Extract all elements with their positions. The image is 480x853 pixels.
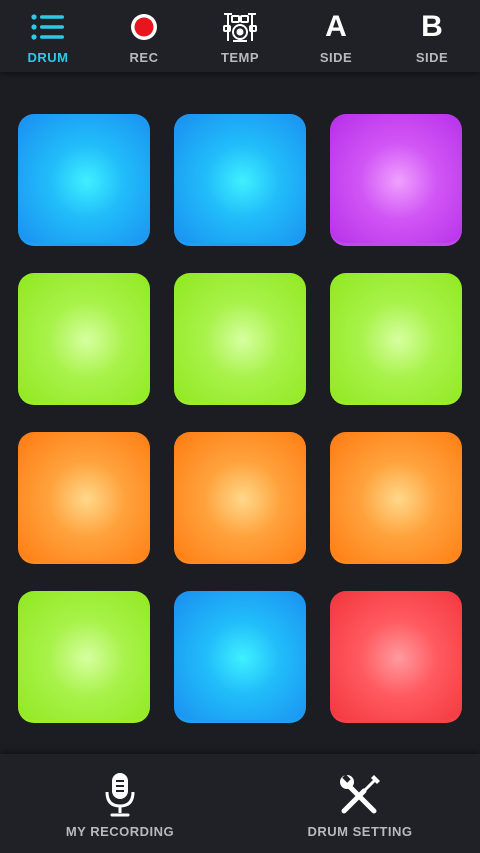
drum-pad-2[interactable] <box>174 114 306 246</box>
record-icon <box>129 10 159 44</box>
side-a-icon: A <box>325 10 347 43</box>
drum-pad-12[interactable] <box>330 591 462 723</box>
drum-pad-3[interactable] <box>330 114 462 246</box>
tab-label: TEMP <box>220 50 260 65</box>
tab-label: DRUM <box>27 50 69 65</box>
tab-label: SIDE <box>415 50 449 65</box>
drum-pad-9[interactable] <box>330 432 462 564</box>
bottom-nav: MY RECORDING DRUM SETTING <box>0 754 480 853</box>
tab-side-b[interactable]: B SIDE <box>384 0 480 72</box>
drum-pad-grid <box>18 114 462 723</box>
side-b-icon: B <box>421 10 443 43</box>
bottom-nav-label: DRUM SETTING <box>307 824 413 839</box>
drum-pad-7[interactable] <box>18 432 150 564</box>
drum-pad-11[interactable] <box>174 591 306 723</box>
tab-side-a[interactable]: A SIDE <box>288 0 384 72</box>
drum-pad-4[interactable] <box>18 273 150 405</box>
microphone-icon <box>105 772 135 818</box>
tab-temp[interactable]: TEMP <box>192 0 288 72</box>
tab-label: SIDE <box>319 50 353 65</box>
tab-label: REC <box>129 50 159 65</box>
tools-icon <box>338 772 382 818</box>
drum-pad-6[interactable] <box>330 273 462 405</box>
drum-pad-8[interactable] <box>174 432 306 564</box>
tab-rec[interactable]: REC <box>96 0 192 72</box>
drum-kit-icon <box>223 10 257 44</box>
my-recording-button[interactable]: MY RECORDING <box>0 754 240 853</box>
drum-pad-app: DRUM REC TEMP A SIDE B SIDE MY RECORDING… <box>0 0 480 853</box>
drum-pad-5[interactable] <box>174 273 306 405</box>
bottom-nav-label: MY RECORDING <box>65 824 175 839</box>
drum-setting-button[interactable]: DRUM SETTING <box>240 754 480 853</box>
drum-pad-10[interactable] <box>18 591 150 723</box>
tab-drum[interactable]: DRUM <box>0 0 96 72</box>
menu-list-icon <box>30 10 66 44</box>
top-tab-bar: DRUM REC TEMP A SIDE B SIDE <box>0 0 480 72</box>
drum-pad-1[interactable] <box>18 114 150 246</box>
